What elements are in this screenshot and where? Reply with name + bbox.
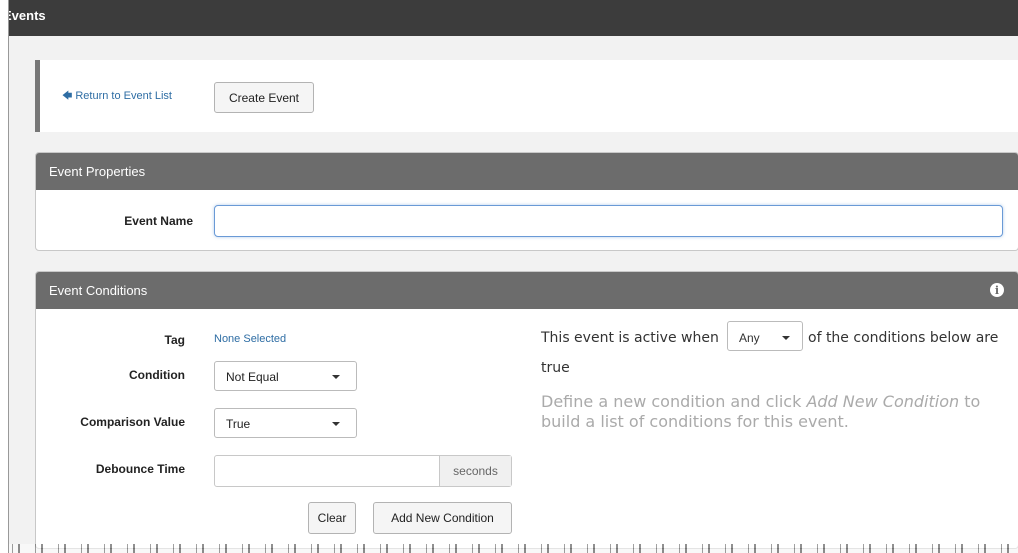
comparison-value-label: Comparison Value (80, 415, 185, 429)
return-to-event-list-link[interactable]: 🡄 Return to Event List (62, 89, 172, 106)
event-conditions-title: Event Conditions (49, 283, 148, 298)
active-when-suffix: of the conditions below are (808, 330, 999, 346)
comparison-value-select[interactable]: True (214, 408, 357, 438)
hint-text-1: Define a new condition and click (541, 392, 807, 411)
tag-label: Tag (164, 333, 185, 347)
debounce-unit-addon: seconds (439, 456, 511, 486)
tag-selector-link[interactable]: None Selected (214, 333, 286, 345)
chevron-down-icon (332, 375, 340, 379)
hint-action-text: Add New Condition (806, 392, 960, 411)
window-title: Events (9, 0, 1018, 36)
left-margin (0, 0, 8, 553)
return-link-label: Return to Event List (75, 90, 172, 102)
comparison-select-value: True (226, 417, 251, 431)
active-when-prefix: This event is active when (541, 330, 719, 346)
chevron-down-icon (782, 336, 790, 340)
debounce-time-label: Debounce Time (95, 462, 185, 476)
event-properties-heading: Event Properties (36, 153, 1018, 190)
events-window: Events 🡄Return to Event List Create Even… (8, 0, 1018, 553)
bottom-edge-artifact (9, 544, 1018, 553)
event-toolbar: 🡄 Return to Event List Create Event (35, 60, 1018, 132)
arrow-left-icon: 🡄 (62, 91, 73, 102)
event-conditions-heading: Event Conditions i (36, 272, 1018, 309)
condition-select-value: Not Equal (226, 370, 279, 384)
debounce-time-group: seconds (214, 455, 512, 487)
event-name-label: Event Name (124, 214, 193, 228)
condition-select[interactable]: Not Equal (214, 361, 357, 391)
add-new-condition-button[interactable]: Add New Condition (373, 502, 512, 534)
active-mode-value: Any (739, 331, 760, 345)
event-name-input[interactable] (214, 205, 1003, 237)
info-icon[interactable]: i (990, 283, 1004, 297)
active-mode-select[interactable]: Any (727, 321, 803, 351)
event-properties-panel: Event Properties Event Name (35, 152, 1018, 251)
active-when-tail: true (541, 360, 570, 376)
debounce-time-input[interactable] (215, 456, 440, 486)
clear-button[interactable]: Clear (308, 502, 356, 534)
empty-conditions-hint: Define a new condition and click Add New… (541, 392, 1006, 432)
condition-label: Condition (129, 368, 185, 382)
chevron-down-icon (332, 422, 340, 426)
create-event-button[interactable]: Create Event (214, 82, 314, 113)
